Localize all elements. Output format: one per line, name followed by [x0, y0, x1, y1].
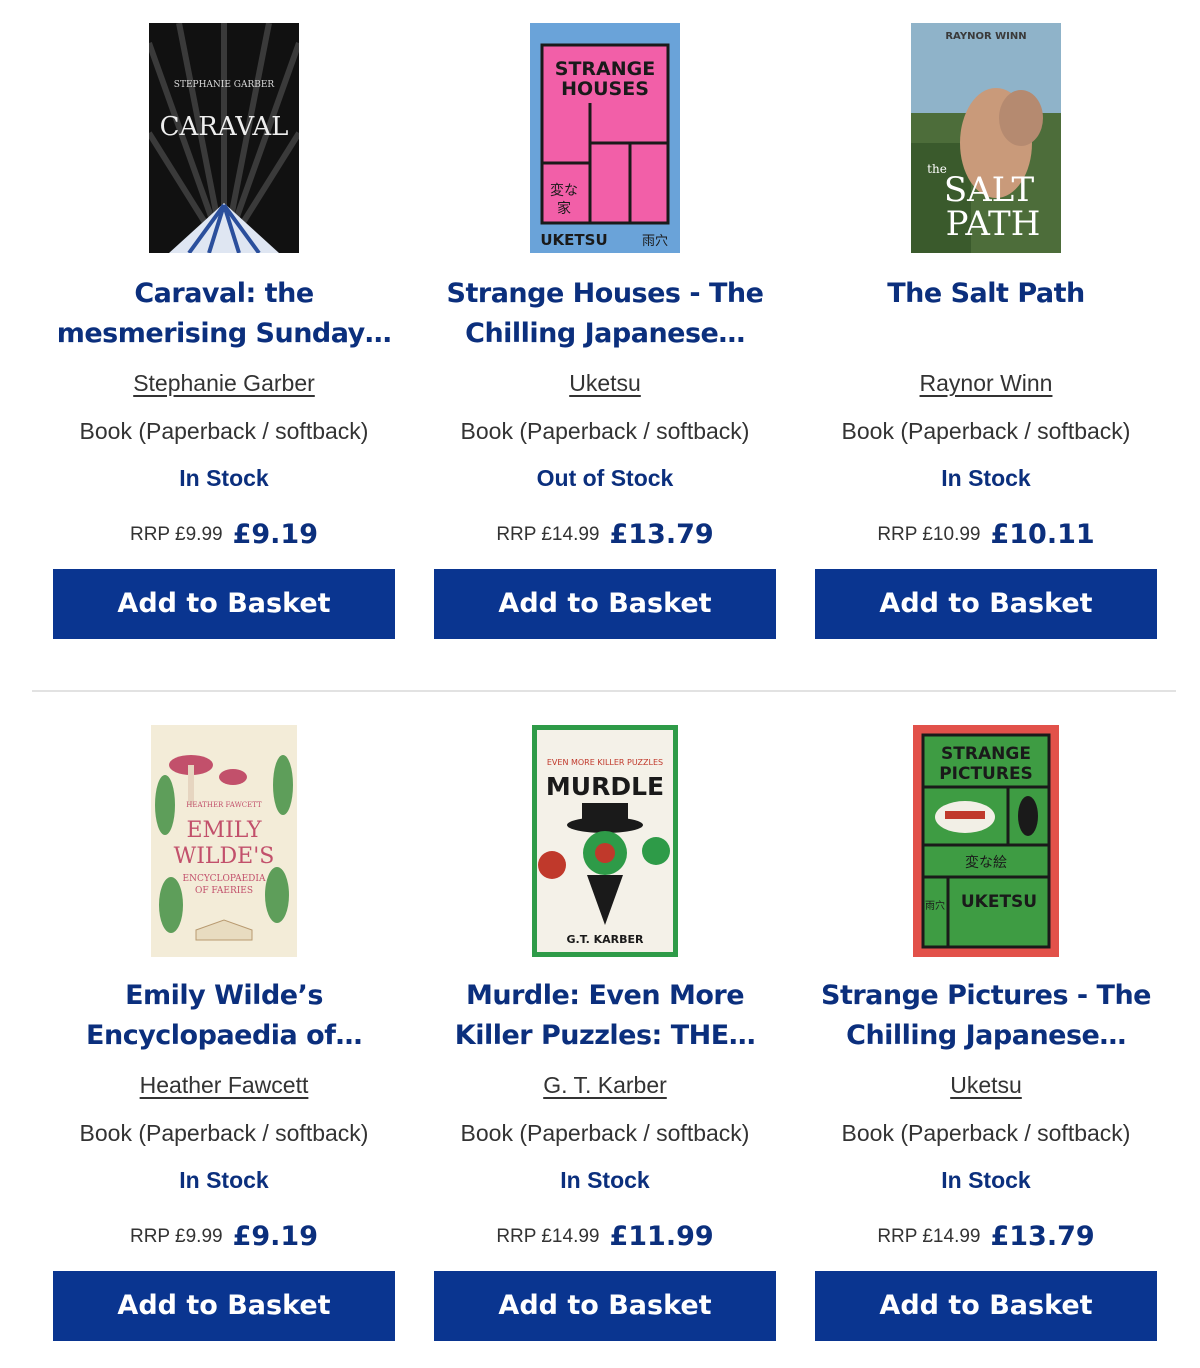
product-card: STEPHANIE GARBER CARAVAL Caraval: the me…	[53, 0, 395, 660]
cover-jp-text: 雨穴	[642, 234, 668, 249]
product-format: Book (Paperback / softback)	[79, 1120, 369, 1146]
price-block: RRP £14.99 £13.79	[815, 1216, 1157, 1258]
product-title[interactable]: Murdle: Even More Killer Puzzles: THE…	[434, 976, 776, 1056]
cover-subtitle-text: EVEN MORE KILLER PUZZLES	[547, 758, 663, 767]
book-cover-image[interactable]: EVEN MORE KILLER PUZZLES MURDLE G.T. KAR…	[532, 725, 678, 957]
author-link-wrap: Raynor Winn	[815, 366, 1157, 400]
author-link-wrap: Stephanie Garber	[53, 366, 395, 400]
rrp-price: RRP £14.99	[496, 1226, 600, 1247]
stock-status: In Stock	[560, 1167, 650, 1193]
cover-title-text: STRANGE	[555, 58, 655, 80]
price-block: RRP £10.99 £10.11	[815, 514, 1157, 556]
book-cover-image[interactable]: RAYNOR WINN the SALT PATH	[911, 23, 1061, 253]
cover-title-text: EMILY	[186, 818, 261, 843]
stock-status: In Stock	[941, 1167, 1031, 1193]
author-link-wrap: Uketsu	[434, 366, 776, 400]
stock-status: In Stock	[179, 1167, 269, 1193]
author-link[interactable]: Stephanie Garber	[133, 370, 315, 396]
price-block: RRP £14.99 £11.99	[434, 1216, 776, 1258]
product-card: STRANGE PICTURES 変な絵 UKETSU 雨穴 Strange P…	[815, 702, 1157, 1362]
book-cover-image[interactable]: STRANGE HOUSES 変な 家 UKETSU 雨穴	[530, 23, 680, 253]
author-link[interactable]: Raynor Winn	[920, 370, 1053, 396]
add-to-basket-button[interactable]: Add to Basket	[53, 569, 395, 639]
book-cover-image[interactable]: HEATHER FAWCETT EMILY WILDE'S ENCYCLOPAE…	[151, 725, 297, 957]
cover-author-text: G.T. KARBER	[567, 933, 644, 946]
cover-author-text: RAYNOR WINN	[945, 31, 1026, 42]
add-to-basket-button[interactable]: Add to Basket	[434, 1271, 776, 1341]
cover-jp-text: 家	[557, 200, 571, 217]
rrp-price: RRP £14.99	[877, 1226, 981, 1247]
cover-jp-text: 雨穴	[925, 899, 945, 912]
product-card: EVEN MORE KILLER PUZZLES MURDLE G.T. KAR…	[434, 702, 776, 1362]
author-link[interactable]: Heather Fawcett	[140, 1072, 309, 1098]
add-to-basket-button[interactable]: Add to Basket	[53, 1271, 395, 1341]
author-link[interactable]: Uketsu	[950, 1072, 1022, 1098]
rrp-price: RRP £14.99	[496, 524, 600, 545]
cover-jp-text: 変な絵	[965, 854, 1007, 871]
add-to-basket-button[interactable]: Add to Basket	[815, 1271, 1157, 1341]
product-title[interactable]: Strange Pictures - The Chilling Japanese…	[815, 976, 1157, 1056]
product-title[interactable]: Caraval: the mesmerising Sunday…	[53, 274, 395, 354]
cover-title-text: CARAVAL	[160, 112, 289, 142]
cover-title-text: WILDE'S	[174, 844, 275, 869]
product-title[interactable]: The Salt Path	[815, 274, 1157, 314]
product-card: STRANGE HOUSES 変な 家 UKETSU 雨穴 Strange Ho…	[434, 0, 776, 660]
cover-title-text: STRANGE	[941, 744, 1031, 764]
price-block: RRP £9.99 £9.19	[53, 514, 395, 556]
rrp-price: RRP £9.99	[129, 1226, 223, 1247]
current-price: £11.99	[609, 1221, 714, 1252]
rrp-price: RRP £10.99	[877, 524, 981, 545]
cover-author-text: STEPHANIE GARBER	[174, 80, 275, 90]
current-price: £9.19	[232, 519, 318, 550]
book-cover-image[interactable]: STRANGE PICTURES 変な絵 UKETSU 雨穴	[913, 725, 1059, 957]
rrp-price: RRP £9.99	[129, 524, 223, 545]
current-price: £9.19	[232, 1221, 318, 1252]
author-link-wrap: Uketsu	[815, 1068, 1157, 1102]
product-card: HEATHER FAWCETT EMILY WILDE'S ENCYCLOPAE…	[53, 702, 395, 1362]
cover-jp-text: 変な	[550, 182, 578, 199]
current-price: £10.11	[990, 519, 1095, 550]
author-link[interactable]: Uketsu	[569, 370, 641, 396]
cover-author-text: UKETSU	[961, 892, 1037, 912]
product-format: Book (Paperback / softback)	[841, 1120, 1131, 1146]
book-cover-image[interactable]: STEPHANIE GARBER CARAVAL	[149, 23, 299, 253]
product-format: Book (Paperback / softback)	[460, 418, 750, 444]
product-title[interactable]: Emily Wilde’s Encyclopaedia of…	[53, 976, 395, 1056]
price-block: RRP £14.99 £13.79	[434, 514, 776, 556]
stock-status: Out of Stock	[536, 465, 674, 491]
product-title[interactable]: Strange Houses - The Chilling Japanese…	[434, 274, 776, 354]
cover-title-text: ENCYCLOPAEDIA	[183, 874, 266, 884]
cover-author-text: UKETSU	[540, 231, 607, 249]
cover-title-text: PATH	[946, 204, 1041, 244]
cover-title-text: PICTURES	[939, 764, 1033, 784]
product-format: Book (Paperback / softback)	[79, 418, 369, 444]
current-price: £13.79	[609, 519, 714, 550]
add-to-basket-button[interactable]: Add to Basket	[434, 569, 776, 639]
product-format: Book (Paperback / softback)	[841, 418, 1131, 444]
price-block: RRP £9.99 £9.19	[53, 1216, 395, 1258]
product-card: RAYNOR WINN the SALT PATH The Salt Path …	[815, 0, 1157, 660]
stock-status: In Stock	[179, 465, 269, 491]
cover-title-text: HOUSES	[561, 78, 649, 100]
row-divider	[32, 690, 1176, 692]
author-link[interactable]: G. T. Karber	[543, 1072, 667, 1098]
stock-status: In Stock	[941, 465, 1031, 491]
current-price: £13.79	[990, 1221, 1095, 1252]
cover-author-text: HEATHER FAWCETT	[186, 801, 262, 809]
author-link-wrap: Heather Fawcett	[53, 1068, 395, 1102]
cover-title-text: MURDLE	[546, 772, 664, 801]
product-format: Book (Paperback / softback)	[460, 1120, 750, 1146]
cover-title-text: OF FAERIES	[195, 886, 253, 896]
author-link-wrap: G. T. Karber	[434, 1068, 776, 1102]
add-to-basket-button[interactable]: Add to Basket	[815, 569, 1157, 639]
